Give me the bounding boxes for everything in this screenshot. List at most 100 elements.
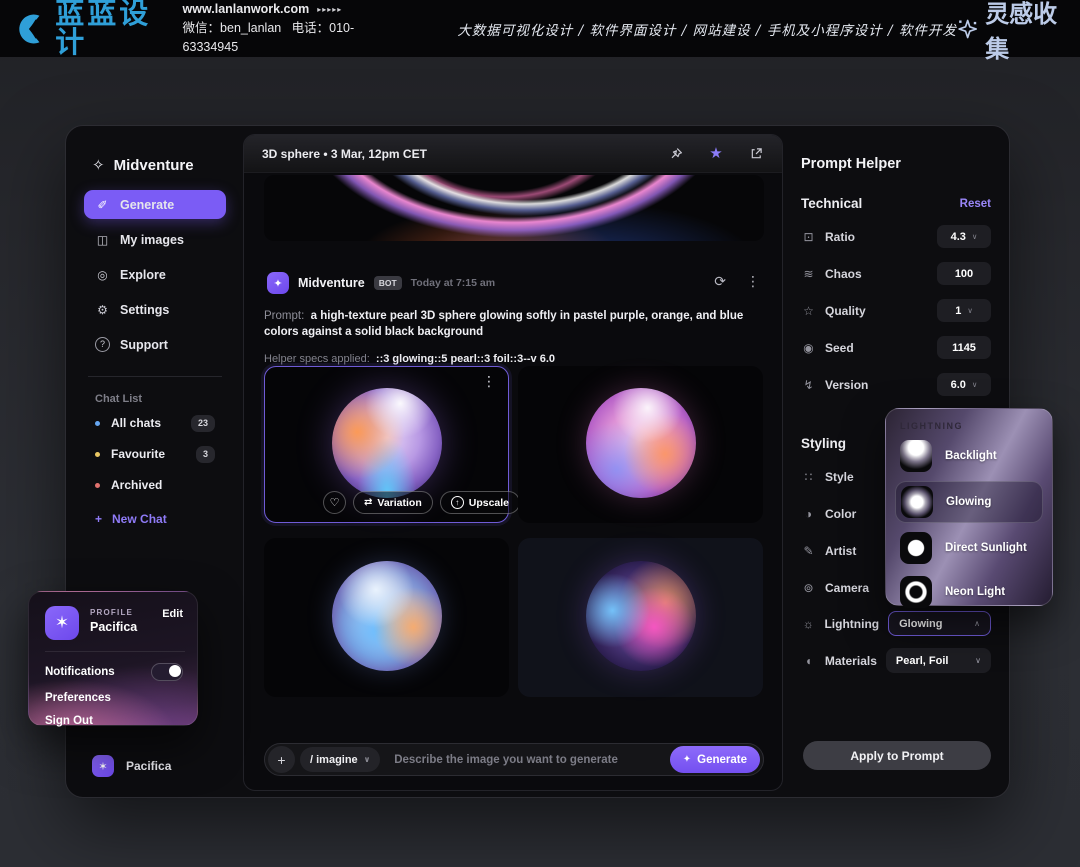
scrolled-image-preview[interactable] [264,175,764,241]
upscale-button[interactable]: ↑Upscale [440,491,520,514]
preferences-item[interactable]: Preferences [45,692,183,704]
chat-list-section: Chat List All chats 23 Favourite 3 Archi… [84,376,226,531]
notifications-toggle[interactable] [151,663,183,681]
reset-button[interactable]: Reset [960,198,991,210]
chat-list-item[interactable]: All chats 23 [84,410,226,436]
styling-row-icon: ✎ [801,544,816,558]
new-chat-label: New Chat [112,512,167,526]
chat-list: All chats 23 Favourite 3 Archived [84,410,226,498]
lanlan-logo-icon [16,10,47,48]
favourite-image-button[interactable]: ♡ [323,491,346,514]
lanlan-brand-text: 蓝蓝设计 [55,0,160,58]
technical-value: 4.3 [951,231,966,243]
message-menu-icon[interactable]: ⋮ [746,273,760,290]
helper-specs-value: ::3 glowing::5 pearl::3 foil::3--v 6.0 [376,353,555,365]
avatar-star-icon: ✶ [98,760,107,773]
sidebar-nav-item[interactable]: ◎ Explore [84,260,226,289]
lanlan-logo[interactable]: 蓝蓝设计 [16,0,161,58]
sphere-render-3 [332,561,442,671]
sidebar-nav-item[interactable]: ⚙ Settings [84,295,226,324]
lighting-option[interactable]: Backlight [895,437,1043,475]
chat-list-item[interactable]: Favourite 3 [84,441,226,467]
wechat-label: 微信：ben_lanlan [183,21,282,35]
nav-item-icon: ◫ [95,233,110,247]
technical-control[interactable]: 4.3 ∨ [937,225,991,248]
materials-dropdown[interactable]: Pearl, Foil ∨ [886,648,991,673]
attach-button[interactable]: + [268,746,295,773]
technical-control[interactable]: 6.0 ∨ [937,373,991,396]
technical-row-icon: ⊡ [801,230,816,244]
variation-button[interactable]: ⇄Variation [353,491,433,514]
sign-out-item[interactable]: Sign Out [45,715,183,727]
technical-control[interactable]: 1 ∨ [937,299,991,322]
technical-row-icon: ↯ [801,378,816,392]
styling-row-label: Style [825,470,854,484]
regenerate-icon[interactable]: ⟳ [714,273,726,290]
chat-list-item-label: All chats [111,416,161,430]
sidebar-user-name: Pacifica [126,759,171,773]
command-label: / imagine [310,754,358,766]
profile-avatar: ✶ [45,606,79,640]
profile-edit-button[interactable]: Edit [162,608,183,620]
generated-image-1[interactable]: ⋮ ♡ ⇄Variation ↑Upscale [264,366,509,523]
lighting-option-label: Neon Light [945,586,1005,598]
technical-row-icon: ◉ [801,341,816,355]
materials-value: Pearl, Foil [896,655,949,667]
chat-list-item[interactable]: Archived [84,472,226,498]
arrows-decoration: ▸▸▸▸▸ [317,4,342,16]
lighting-option[interactable]: Direct Sunlight [895,529,1043,567]
technical-row-label: Quality [825,304,866,318]
bot-avatar: ✦ [267,272,289,294]
site-url[interactable]: www.lanlanwork.com [183,0,310,19]
generated-image-4[interactable] [518,538,763,697]
prompt-input[interactable]: Describe the image you want to generate [394,754,618,766]
tile-menu-icon[interactable]: ⋮ [482,373,496,390]
app-brand-name: Midventure [114,157,194,174]
pin-icon[interactable] [668,146,684,162]
generated-image-2[interactable] [518,366,763,523]
generated-image-3[interactable] [264,538,509,697]
lightning-dropdown[interactable]: Glowing ∧ [888,611,991,636]
chat-list-title: Chat List [95,393,226,405]
panel-title: Prompt Helper [801,156,991,172]
technical-row: ↯ Version 6.0 ∨ [801,373,991,396]
technical-row: ◉ Seed 1145 [801,336,991,359]
technical-control[interactable]: 1145 [937,336,991,359]
sphere-render-4 [586,561,696,671]
nav-item-label: Explore [120,268,166,282]
collect-logo[interactable]: 灵感收集 [957,0,1064,64]
generate-button[interactable]: ✦ Generate [670,746,760,773]
lighting-option-label: Direct Sunlight [945,542,1027,554]
technical-rows: ⊡ Ratio 4.3 ∨ ≋ Chaos 100 [801,225,991,396]
count-badge: 3 [196,446,215,463]
apply-to-prompt-button[interactable]: Apply to Prompt [803,741,991,770]
technical-control[interactable]: 100 [937,262,991,285]
technical-value: 6.0 [951,379,966,391]
favourite-star-icon[interactable]: ★ [708,146,724,162]
new-chat-button[interactable]: + New Chat [84,507,226,531]
share-icon[interactable] [748,146,764,162]
materials-icon: ◖ [801,654,816,668]
lighting-option-label: Glowing [946,496,991,508]
site-header: 蓝蓝设计 www.lanlanwork.com ▸▸▸▸▸ 微信：ben_lan… [0,0,1080,57]
chevron-up-icon: ∧ [974,619,980,628]
bot-badge: BOT [374,276,402,291]
helper-specs-label: Helper specs applied: [264,353,370,365]
chevron-down-icon: ∨ [972,232,978,241]
technical-value: 1145 [952,342,976,354]
message-header: ✦ Midventure BOT Today at 7:15 am [267,272,495,294]
nav-item-icon: ◎ [95,268,110,282]
technical-row: ≋ Chaos 100 [801,262,991,285]
lighting-option[interactable]: Neon Light [895,573,1043,611]
nav-item-label: My images [120,233,184,247]
services-nav[interactable]: 大数据可视化设计 / 软件界面设计 / 网站建设 / 手机及小程序设计 / 软件… [457,19,957,39]
sidebar-nav-item[interactable]: ◫ My images [84,225,226,254]
command-selector[interactable]: / imagine ∨ [300,747,380,772]
sidebar-user[interactable]: ✶ Pacifica [92,755,171,777]
sidebar-nav-item[interactable]: ? Support [84,330,226,359]
lighting-option[interactable]: Glowing [895,481,1043,523]
technical-value: 1 [955,305,961,317]
sidebar-nav-item[interactable]: ✐ Generate [84,190,226,219]
helper-specs-line: Helper specs applied: ::3 glowing::5 pea… [264,353,769,365]
variation-label: Variation [377,497,421,509]
